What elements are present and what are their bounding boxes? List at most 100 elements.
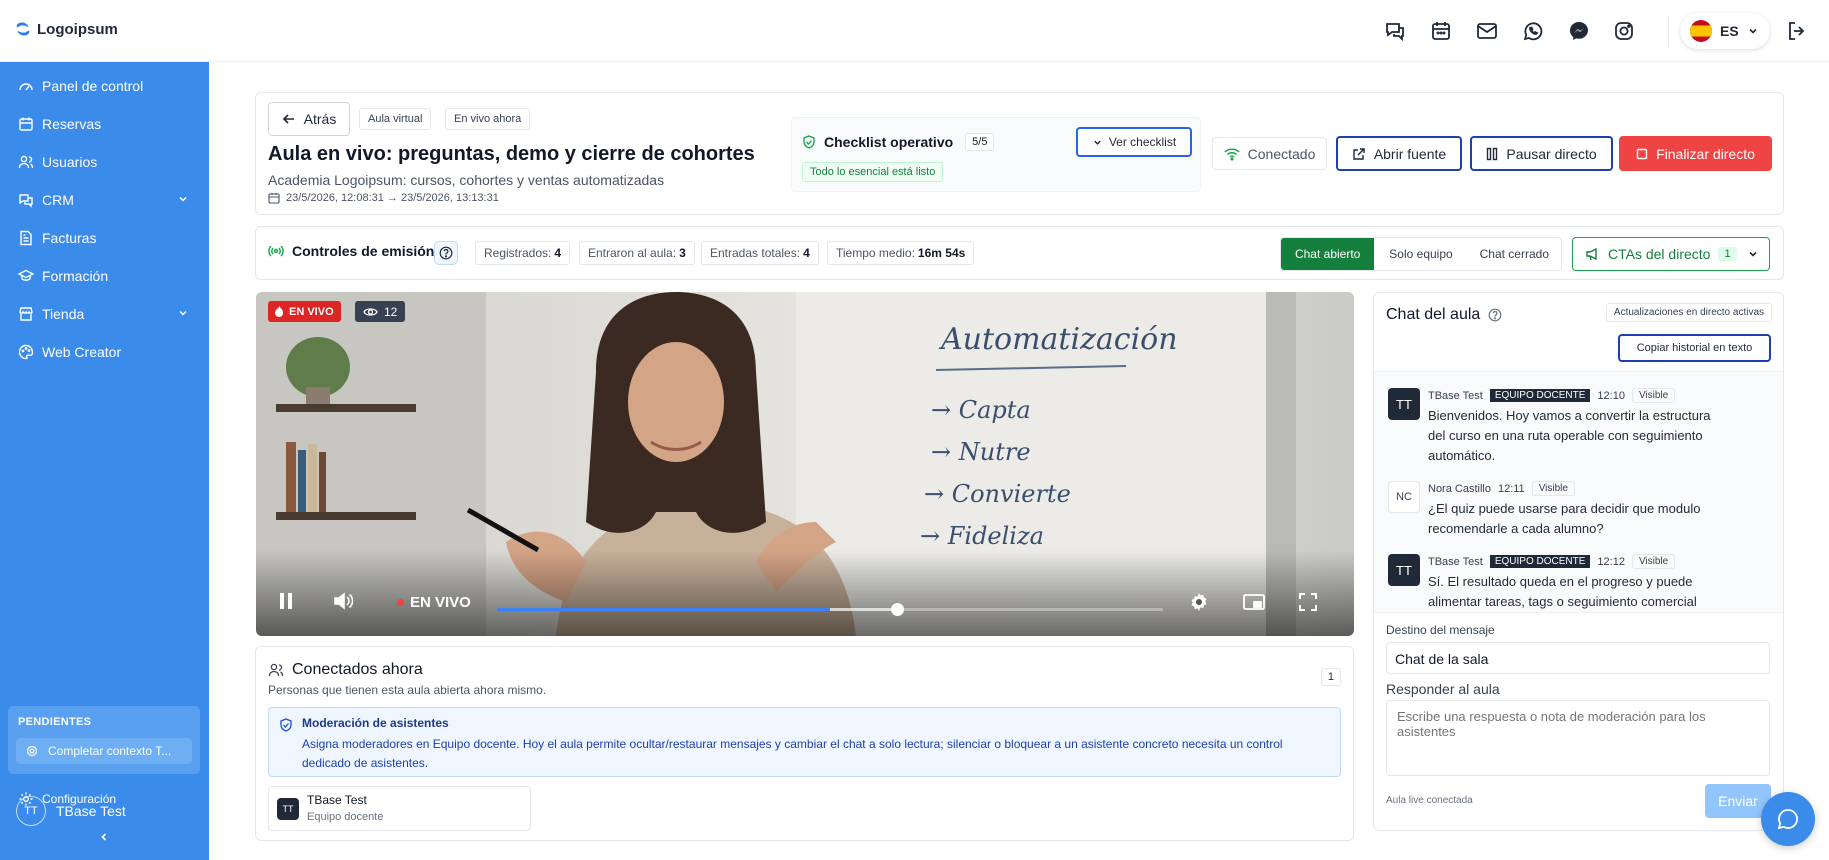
pause-icon bbox=[1486, 147, 1498, 161]
copy-history-button[interactable]: Copiar historial en texto bbox=[1618, 334, 1771, 362]
pending-item[interactable]: Completar contexto T... bbox=[16, 738, 192, 764]
sidebar-item-tienda[interactable]: Tienda bbox=[0, 299, 209, 329]
volume-icon[interactable] bbox=[333, 592, 353, 610]
page-title: Aula en vivo: preguntas, demo y cierre d… bbox=[268, 143, 755, 165]
shield-icon bbox=[279, 718, 293, 732]
avatar: TT bbox=[1388, 554, 1420, 586]
checklist-header: Checklist operativo 5/5 bbox=[802, 133, 995, 151]
visibility-toggle[interactable]: Visible bbox=[1631, 554, 1676, 569]
finish-live-button[interactable]: Finalizar directo bbox=[1619, 136, 1772, 171]
sidebar-item-reservas[interactable]: Reservas bbox=[0, 109, 209, 139]
video-player[interactable]: Automatización → Capta → Nutre → Convier… bbox=[256, 292, 1354, 636]
store-icon bbox=[18, 306, 34, 322]
moderation-notice: Moderación de asistentes Asigna moderado… bbox=[268, 707, 1341, 777]
chat-status: Aula live conectada bbox=[1386, 795, 1473, 806]
sidebar: Panel de control Reservas Usuarios CRM F… bbox=[0, 62, 209, 860]
message-header: Nora Castillo 12:11 Visible bbox=[1428, 481, 1575, 496]
pause-label: Pausar directo bbox=[1506, 145, 1597, 162]
viewer-count: 12 bbox=[355, 301, 406, 322]
megaphone-icon bbox=[1585, 247, 1600, 261]
gauge-icon bbox=[18, 78, 34, 94]
ctas-label: CTAs del directo bbox=[1608, 246, 1711, 262]
open-source-button[interactable]: Abrir fuente bbox=[1336, 136, 1462, 171]
live-dot-icon bbox=[397, 599, 404, 606]
avatar: NC bbox=[1388, 481, 1420, 513]
settings-gear-icon[interactable] bbox=[1189, 592, 1209, 612]
stat-entradas: Entradas totales: 4 bbox=[701, 241, 819, 265]
sidebar-item-formacion[interactable]: Formación bbox=[0, 261, 209, 291]
checklist-status-badge: Todo lo esencial está listo bbox=[802, 162, 944, 182]
connected-subtitle: Personas que tienen esta aula abierta ah… bbox=[268, 683, 547, 697]
logout-icon[interactable] bbox=[1785, 19, 1809, 43]
message-time: 12:12 bbox=[1597, 555, 1625, 568]
logo-icon bbox=[14, 20, 32, 38]
whatsapp-icon[interactable] bbox=[1521, 19, 1545, 43]
chat-bubble-icon bbox=[1776, 807, 1800, 831]
live-indicator: EN VIVO bbox=[397, 594, 471, 611]
chat-mode-team[interactable]: Solo equipo bbox=[1374, 238, 1467, 270]
view-checklist-button[interactable]: Ver checklist bbox=[1076, 127, 1192, 157]
support-chat-button[interactable] bbox=[1761, 792, 1815, 846]
users-icon bbox=[18, 154, 34, 170]
help-icon[interactable] bbox=[1488, 308, 1502, 322]
messenger-icon[interactable] bbox=[1567, 19, 1591, 43]
whiteboard-item: → Capta bbox=[931, 396, 1031, 424]
sidebar-item-usuarios[interactable]: Usuarios bbox=[0, 147, 209, 177]
staff-badge: EQUIPO DOCENTE bbox=[1489, 389, 1591, 402]
sidebar-item-settings[interactable]: Configuración bbox=[0, 784, 209, 814]
visibility-toggle[interactable]: Visible bbox=[1531, 481, 1575, 496]
mail-icon[interactable] bbox=[1475, 19, 1499, 43]
pause-live-button[interactable]: Pausar directo bbox=[1470, 136, 1613, 171]
wifi-icon bbox=[1224, 147, 1240, 161]
avatar: TT bbox=[1388, 388, 1420, 420]
pause-icon[interactable] bbox=[278, 592, 294, 610]
reply-textarea[interactable] bbox=[1386, 700, 1770, 776]
visibility-toggle[interactable]: Visible bbox=[1631, 388, 1676, 403]
back-button[interactable]: Atrás bbox=[268, 102, 350, 136]
seek-bar[interactable] bbox=[497, 603, 1163, 616]
sidebar-item-facturas[interactable]: Facturas bbox=[0, 223, 209, 253]
instagram-icon[interactable] bbox=[1612, 19, 1636, 43]
target-icon bbox=[26, 745, 38, 757]
pending-item-label: Completar contexto T... bbox=[48, 744, 172, 758]
ctas-dropdown[interactable]: CTAs del directo 1 bbox=[1572, 237, 1770, 271]
chat-mode-open[interactable]: Chat abierto bbox=[1281, 238, 1375, 270]
users-icon bbox=[268, 662, 284, 678]
graduation-icon bbox=[18, 268, 34, 284]
help-icon[interactable] bbox=[434, 241, 458, 265]
moderation-text: Asigna moderadores en Equipo docente. Ho… bbox=[302, 737, 1283, 770]
destination-label: Destino del mensaje bbox=[1386, 623, 1495, 637]
arrow-left-icon bbox=[282, 112, 296, 126]
brand-logo[interactable]: Logoipsum bbox=[14, 20, 118, 38]
session-dates: 23/5/2026, 12:08:31 → 23/5/2026, 13:13:3… bbox=[268, 192, 499, 204]
fullscreen-icon[interactable] bbox=[1299, 593, 1317, 611]
dates-text: 23/5/2026, 12:08:31 → 23/5/2026, 13:13:3… bbox=[286, 192, 499, 204]
destination-select[interactable]: Chat de la sala bbox=[1386, 642, 1770, 674]
collapse-sidebar-icon[interactable] bbox=[98, 831, 110, 843]
sidebar-item-label: Configuración bbox=[42, 792, 117, 806]
calendar-icon[interactable] bbox=[1429, 19, 1453, 43]
chat-bubbles-icon[interactable] bbox=[1383, 19, 1407, 43]
controls-title-text: Controles de emisión bbox=[292, 243, 435, 259]
seek-progress bbox=[497, 608, 830, 611]
stat-tiempo: Tiempo medio: 16m 54s bbox=[827, 241, 975, 265]
message-author: Nora Castillo bbox=[1428, 482, 1491, 495]
chat-mode-closed[interactable]: Chat cerrado bbox=[1468, 238, 1561, 270]
connected-title-text: Conectados ahora bbox=[292, 661, 423, 678]
chat-title: Chat del aula bbox=[1386, 306, 1502, 324]
sidebar-item-label: Web Creator bbox=[42, 344, 122, 360]
language-selector[interactable]: ES bbox=[1680, 13, 1770, 49]
picture-in-picture-icon[interactable] bbox=[1243, 594, 1265, 610]
stop-icon bbox=[1636, 148, 1648, 160]
sidebar-item-label: Usuarios bbox=[42, 154, 98, 170]
sidebar-item-label: Reservas bbox=[42, 116, 102, 132]
sidebar-item-web-creator[interactable]: Web Creator bbox=[0, 337, 209, 367]
message-text: Bienvenidos. Hoy vamos a convertir la es… bbox=[1428, 408, 1711, 463]
checklist-label: Checklist operativo bbox=[824, 134, 954, 150]
checklist-panel: Checklist operativo 5/5 Todo lo esencial… bbox=[791, 117, 1201, 192]
sidebar-item-crm[interactable]: CRM bbox=[0, 185, 209, 215]
attendee-card[interactable]: TT TBase Test Equipo docente bbox=[268, 786, 531, 831]
seek-handle[interactable] bbox=[890, 603, 904, 616]
spain-flag-icon bbox=[1690, 20, 1712, 42]
sidebar-item-dashboard[interactable]: Panel de control bbox=[0, 71, 209, 101]
